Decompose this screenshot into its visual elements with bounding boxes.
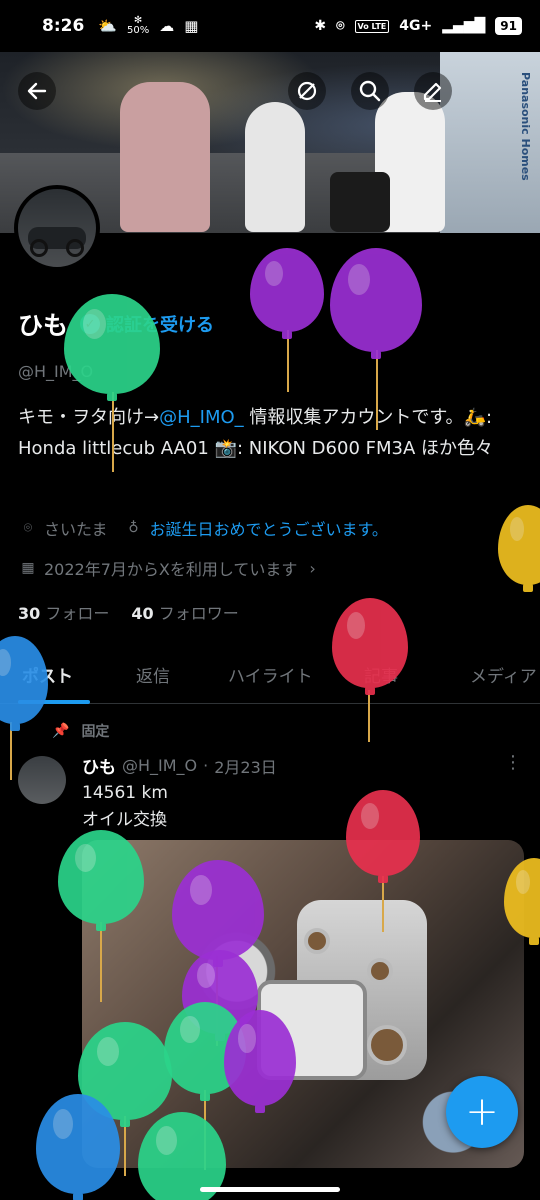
balloon-icon: ♁ (128, 520, 139, 536)
location-pin-icon: ⌾ (23, 520, 33, 536)
tab-replies[interactable]: 返信 (136, 652, 170, 697)
compose-post-button[interactable]: + (446, 1076, 518, 1148)
status-icons-left: ⛅ ✻ 50% ☁ ▦ (98, 16, 198, 36)
profile-tabs: ポスト 返信 ハイライト 記事 メディア (0, 652, 540, 704)
compose-button[interactable] (414, 72, 452, 110)
image-bolt (367, 1025, 407, 1065)
home-indicator[interactable] (200, 1187, 340, 1192)
chevron-right-icon: › (309, 558, 316, 578)
back-arrow-icon (27, 82, 47, 100)
cloud-icon: ☁ (159, 17, 175, 35)
post-text: 14561 km オイル交換 (82, 780, 168, 834)
banner-building: Panasonic Homes (440, 52, 540, 233)
post-author-name[interactable]: ひも (82, 753, 116, 778)
profile-meta-row: ⌾ さいたま ♁ お誕生日おめでとうございます。 (18, 516, 388, 540)
birthday-message[interactable]: お誕生日おめでとうございます。 (150, 516, 388, 540)
bio-mention-link[interactable]: @H_IMO_ (159, 407, 244, 428)
banner-rider (120, 82, 210, 232)
balloon-purple (224, 1010, 296, 1113)
balloon-blue (0, 636, 48, 731)
balloon-purple (330, 248, 422, 359)
building-sign: Panasonic Homes (519, 72, 532, 181)
following-link[interactable]: 30 フォロー (18, 600, 109, 624)
network-label: 4G+ (399, 18, 433, 34)
follow-counts: 30 フォロー 40 フォロワー (18, 600, 239, 624)
profile-name: ひも (18, 311, 69, 340)
followers-link[interactable]: 40 フォロワー (131, 600, 238, 624)
balloon-purple (250, 248, 324, 339)
image-bolt (304, 928, 330, 954)
volte-icon: Vo LTE (354, 19, 390, 33)
search-icon (359, 80, 381, 102)
balloon-red (332, 598, 408, 695)
calendar-icon: ▦ (21, 560, 35, 576)
balloon-blue (36, 1094, 120, 1200)
post-separator: · (203, 756, 209, 775)
image-bolt (367, 958, 393, 984)
profile-location: さいたま (44, 520, 108, 539)
compose-icon (423, 82, 442, 102)
pin-icon: 📌 (52, 723, 70, 739)
signal-icon: ▂▄▆█ (442, 18, 486, 34)
search-button[interactable] (351, 72, 389, 110)
balloon-green (64, 294, 160, 401)
balloon-red (346, 790, 420, 883)
bio-prefix: キモ・ヲタ向け→ (18, 407, 160, 428)
profile-avatar[interactable] (14, 185, 100, 271)
balloon-green (58, 830, 144, 931)
profile-bio: キモ・ヲタ向け→@H_IMO_ 情報収集アカウントです。🛵: Honda lit… (18, 402, 518, 464)
pinned-indicator: 📌 固定 (52, 721, 109, 741)
banner-rider (245, 102, 305, 232)
post-line: 14561 km (82, 783, 168, 803)
fan-speed-icon: ✻ 50% (126, 15, 150, 36)
weather-icon: ⛅ (98, 17, 117, 35)
grok-icon (297, 81, 317, 101)
post-author-handle: @H_IM_O (122, 756, 198, 775)
back-button[interactable] (18, 72, 56, 110)
post-header: ひも @H_IM_O · 2月23日 (82, 753, 277, 778)
post-avatar[interactable] (18, 756, 66, 804)
joined-date: 2022年7月からXを利用しています (44, 560, 298, 579)
status-icons-right: ✱ ⌾ Vo LTE 4G+ ▂▄▆█ 91 (314, 17, 522, 35)
location-status-icon: ⌾ (336, 18, 345, 34)
battery-icon: 91 (495, 17, 522, 35)
grid-icon: ▦ (184, 17, 199, 35)
tab-highlights[interactable]: ハイライト (228, 652, 313, 697)
banner-rider (330, 172, 390, 232)
grok-button[interactable] (288, 72, 326, 110)
bluetooth-icon: ✱ (314, 18, 327, 34)
status-bar: 8:26 ⛅ ✻ 50% ☁ ▦ ✱ ⌾ Vo LTE 4G+ ▂▄▆█ 91 (0, 0, 540, 52)
post-date[interactable]: 2月23日 (214, 754, 277, 778)
balloon-purple (172, 860, 264, 967)
plus-icon: + (465, 1089, 499, 1135)
status-time: 8:26 (42, 16, 85, 36)
more-vertical-icon[interactable]: ⋮ (504, 752, 522, 773)
joined-row[interactable]: ▦ 2022年7月からXを利用しています › (18, 556, 316, 580)
balloon-yellow (498, 505, 540, 592)
tab-media[interactable]: メディア (470, 652, 537, 697)
pinned-label: 固定 (81, 724, 110, 740)
